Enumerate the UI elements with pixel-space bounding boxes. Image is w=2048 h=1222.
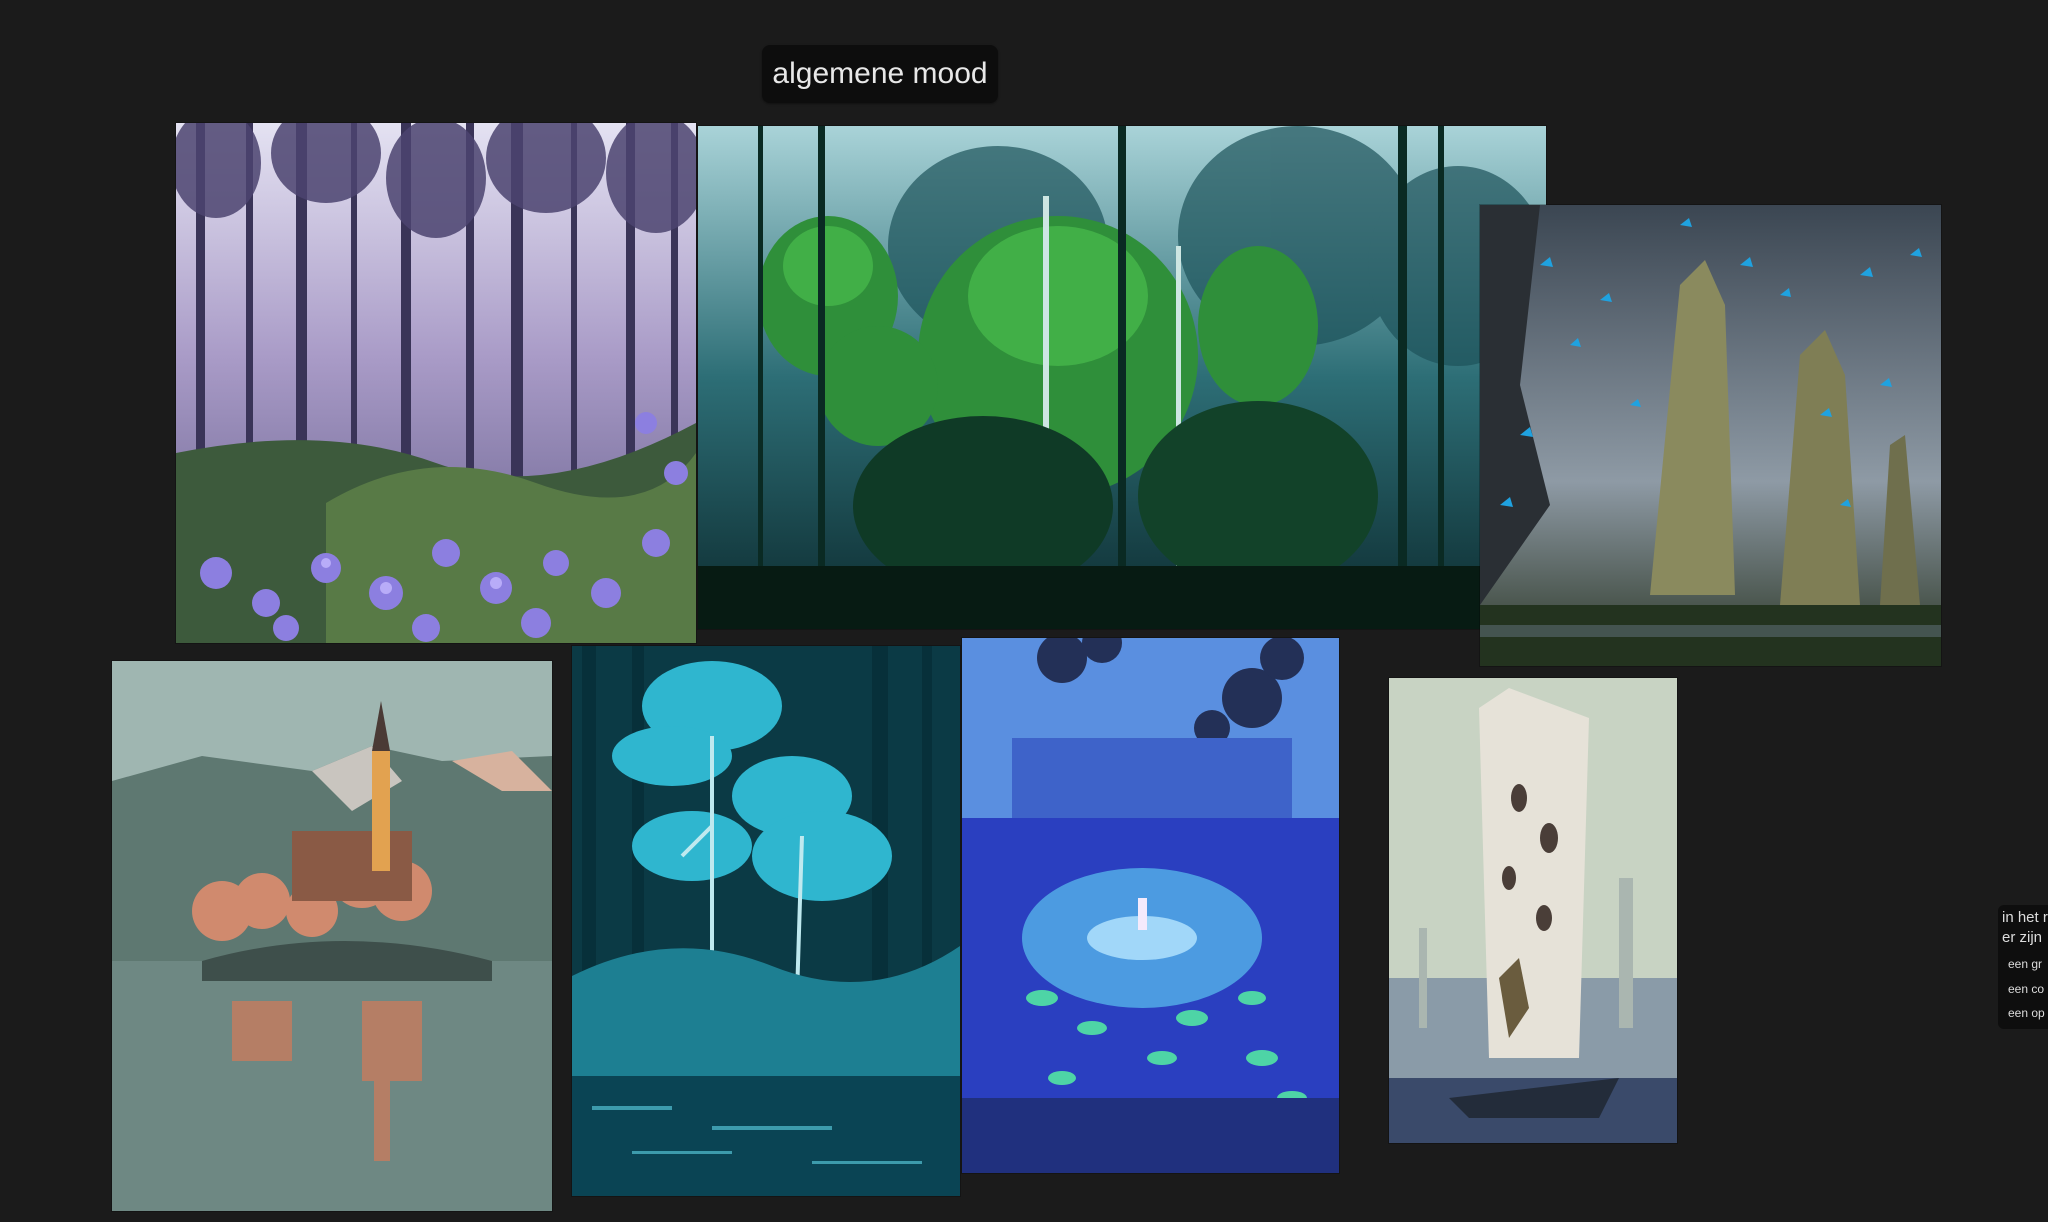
side-note[interactable]: in het r er zijn een gr een co een op: [1998, 905, 2048, 1029]
forest-hydrangea-image[interactable]: [176, 123, 696, 643]
note-line-2: er zijn: [2002, 929, 2043, 946]
rock-pillars-butterflies-image[interactable]: [1480, 205, 1941, 666]
tree-tower-image[interactable]: [1389, 678, 1677, 1143]
note-line-1: in het r: [2002, 909, 2048, 926]
note-item-3: een op: [2008, 1006, 2045, 1020]
note-item-2: een co: [2008, 982, 2045, 996]
board-title[interactable]: algemene mood: [762, 45, 998, 103]
green-forest-image[interactable]: [698, 126, 1546, 629]
note-item-1: een gr: [2008, 957, 2043, 971]
pond-lilypads-image[interactable]: [962, 638, 1339, 1173]
moodboard-canvas[interactable]: algemene mood in het r er zijn een gr ee…: [0, 0, 2048, 1222]
blue-trees-image[interactable]: [572, 646, 960, 1196]
lake-church-island-image[interactable]: [112, 661, 552, 1211]
